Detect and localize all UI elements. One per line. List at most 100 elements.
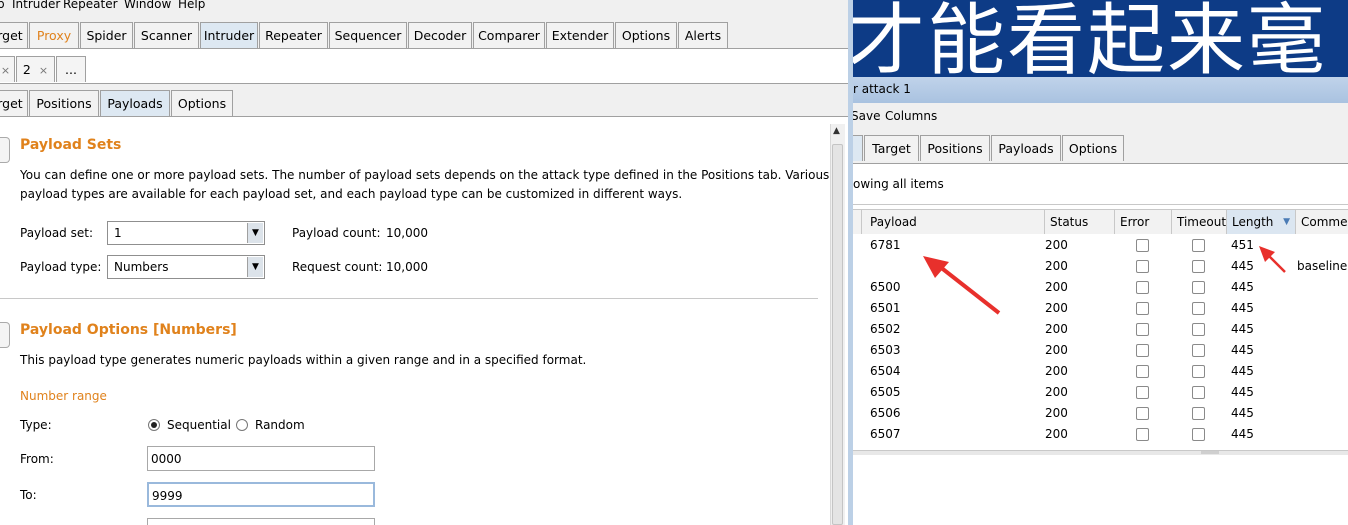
col-timeout[interactable]: Timeout xyxy=(1172,210,1227,234)
cell-status: 200 xyxy=(1045,427,1068,441)
menu-item-help[interactable]: Help xyxy=(178,0,205,11)
error-checkbox[interactable] xyxy=(1136,428,1149,441)
tab-repeater[interactable]: Repeater xyxy=(259,22,328,48)
tab-intruder[interactable]: Intruder xyxy=(200,22,258,48)
type-label: Type: xyxy=(20,418,52,432)
attack-tab-2[interactable]: 2 × xyxy=(16,56,55,82)
cell-length: 445 xyxy=(1231,322,1254,336)
table-row[interactable]: 6507 200 445 xyxy=(853,425,1348,446)
cell-payload: 6506 xyxy=(870,406,901,420)
menu-item-intruder[interactable]: Intruder xyxy=(12,0,60,11)
table-splitter[interactable] xyxy=(853,450,1348,455)
request-count-value: 10,000 xyxy=(386,260,428,274)
help-icon[interactable] xyxy=(0,322,10,348)
error-checkbox[interactable] xyxy=(1136,344,1149,357)
new-tab-button[interactable]: ... xyxy=(56,56,86,82)
to-input[interactable]: 9999 xyxy=(147,482,375,507)
col-length[interactable]: Length ▼ xyxy=(1227,210,1296,234)
error-checkbox[interactable] xyxy=(1136,365,1149,378)
cell-length: 445 xyxy=(1231,427,1254,441)
attack-menu-bar: Save Columns xyxy=(853,103,1348,131)
cell-payload: 6504 xyxy=(870,364,901,378)
annotation-arrow-payload xyxy=(923,256,1001,315)
col-request[interactable] xyxy=(853,210,862,234)
cell-length: 445 xyxy=(1231,406,1254,420)
close-icon[interactable]: × xyxy=(1,64,10,77)
tab-payloads[interactable]: Payloads xyxy=(991,135,1061,161)
sequential-label: Sequential xyxy=(167,418,231,432)
tab-decoder[interactable]: Decoder xyxy=(408,22,472,48)
scroll-up-icon[interactable]: ▲ xyxy=(833,126,840,136)
vertical-scrollbar[interactable]: ▲ xyxy=(830,124,845,525)
payload-set-select[interactable]: 1 ▼ xyxy=(107,221,265,245)
request-count-label: Request count: xyxy=(292,260,383,274)
tab-alerts[interactable]: Alerts xyxy=(678,22,728,48)
payload-count-label: Payload count: xyxy=(292,226,381,240)
timeout-checkbox[interactable] xyxy=(1192,323,1205,336)
random-radio[interactable] xyxy=(236,419,248,431)
timeout-checkbox[interactable] xyxy=(1192,428,1205,441)
menu-item-help-partial[interactable]: p xyxy=(0,0,5,11)
attack-results-tab-bar: Target Positions Payloads Options xyxy=(853,131,1348,164)
tab-scanner[interactable]: Scanner xyxy=(134,22,199,48)
error-checkbox[interactable] xyxy=(1136,407,1149,420)
tab-positions[interactable]: Positions xyxy=(920,135,990,161)
menu-item-columns[interactable]: Columns xyxy=(885,109,937,123)
help-icon[interactable] xyxy=(0,137,10,163)
menu-item-window[interactable]: Window xyxy=(124,0,171,11)
from-value: 0000 xyxy=(151,452,182,466)
tab-extender[interactable]: Extender xyxy=(546,22,614,48)
menu-item-repeater[interactable]: Repeater xyxy=(63,0,118,11)
cell-status: 200 xyxy=(1045,364,1068,378)
from-input[interactable]: 0000 xyxy=(147,446,375,471)
cell-length: 445 xyxy=(1231,364,1254,378)
subtab-payloads[interactable]: Payloads xyxy=(100,90,170,116)
payload-type-select[interactable]: Numbers ▼ xyxy=(107,255,265,279)
table-row[interactable]: 6503 200 445 xyxy=(853,341,1348,362)
cell-payload: 6507 xyxy=(870,427,901,441)
scrollbar-thumb[interactable] xyxy=(832,144,843,525)
timeout-checkbox[interactable] xyxy=(1192,386,1205,399)
tab-spider[interactable]: Spider xyxy=(80,22,133,48)
tab-proxy[interactable]: Proxy xyxy=(29,22,79,48)
payload-count-value: 10,000 xyxy=(386,226,428,240)
payload-type-label: Payload type: xyxy=(20,260,102,274)
tab-sequencer[interactable]: Sequencer xyxy=(329,22,407,48)
tab-options[interactable]: Options xyxy=(615,22,677,48)
results-table-header: Payload Status Error Timeout Length ▼ Co… xyxy=(853,209,1348,235)
step-input[interactable] xyxy=(147,518,375,525)
tab-results[interactable] xyxy=(853,135,863,161)
intruder-window: p Intruder Repeater Window Help rget Pro… xyxy=(0,0,848,525)
menu-item-save[interactable]: Save xyxy=(853,109,880,123)
timeout-checkbox[interactable] xyxy=(1192,365,1205,378)
filter-bar[interactable]: owing all items xyxy=(853,164,1348,205)
timeout-checkbox[interactable] xyxy=(1192,407,1205,420)
col-comment[interactable]: Commen xyxy=(1296,210,1348,234)
cell-payload: 6502 xyxy=(870,322,901,336)
from-label: From: xyxy=(20,452,54,466)
error-checkbox[interactable] xyxy=(1136,323,1149,336)
table-row[interactable]: 6506 200 445 xyxy=(853,404,1348,425)
tab-target[interactable]: Target xyxy=(864,135,919,161)
attack-tab-bar: × 2 × ... xyxy=(0,49,848,84)
sequential-radio[interactable] xyxy=(148,419,160,431)
table-row[interactable]: 6505 200 445 xyxy=(853,383,1348,404)
col-error[interactable]: Error xyxy=(1115,210,1172,234)
timeout-checkbox[interactable] xyxy=(1192,344,1205,357)
subtab-target[interactable]: rget xyxy=(0,90,28,116)
error-checkbox[interactable] xyxy=(1136,386,1149,399)
to-label: To: xyxy=(20,488,37,502)
col-status[interactable]: Status xyxy=(1045,210,1115,234)
cell-payload: 6505 xyxy=(870,385,901,399)
splitter-handle[interactable] xyxy=(1201,451,1219,454)
close-icon[interactable]: × xyxy=(39,64,48,77)
tab-options[interactable]: Options xyxy=(1062,135,1124,161)
col-payload[interactable]: Payload xyxy=(865,210,1045,234)
subtab-options[interactable]: Options xyxy=(171,90,233,116)
tab-comparer[interactable]: Comparer xyxy=(473,22,545,48)
attack-tab-1[interactable]: × xyxy=(0,56,15,82)
subtab-positions[interactable]: Positions xyxy=(29,90,99,116)
table-row[interactable]: 6504 200 445 xyxy=(853,362,1348,383)
number-range-heading: Number range xyxy=(20,389,107,403)
tab-target[interactable]: rget xyxy=(0,22,28,48)
